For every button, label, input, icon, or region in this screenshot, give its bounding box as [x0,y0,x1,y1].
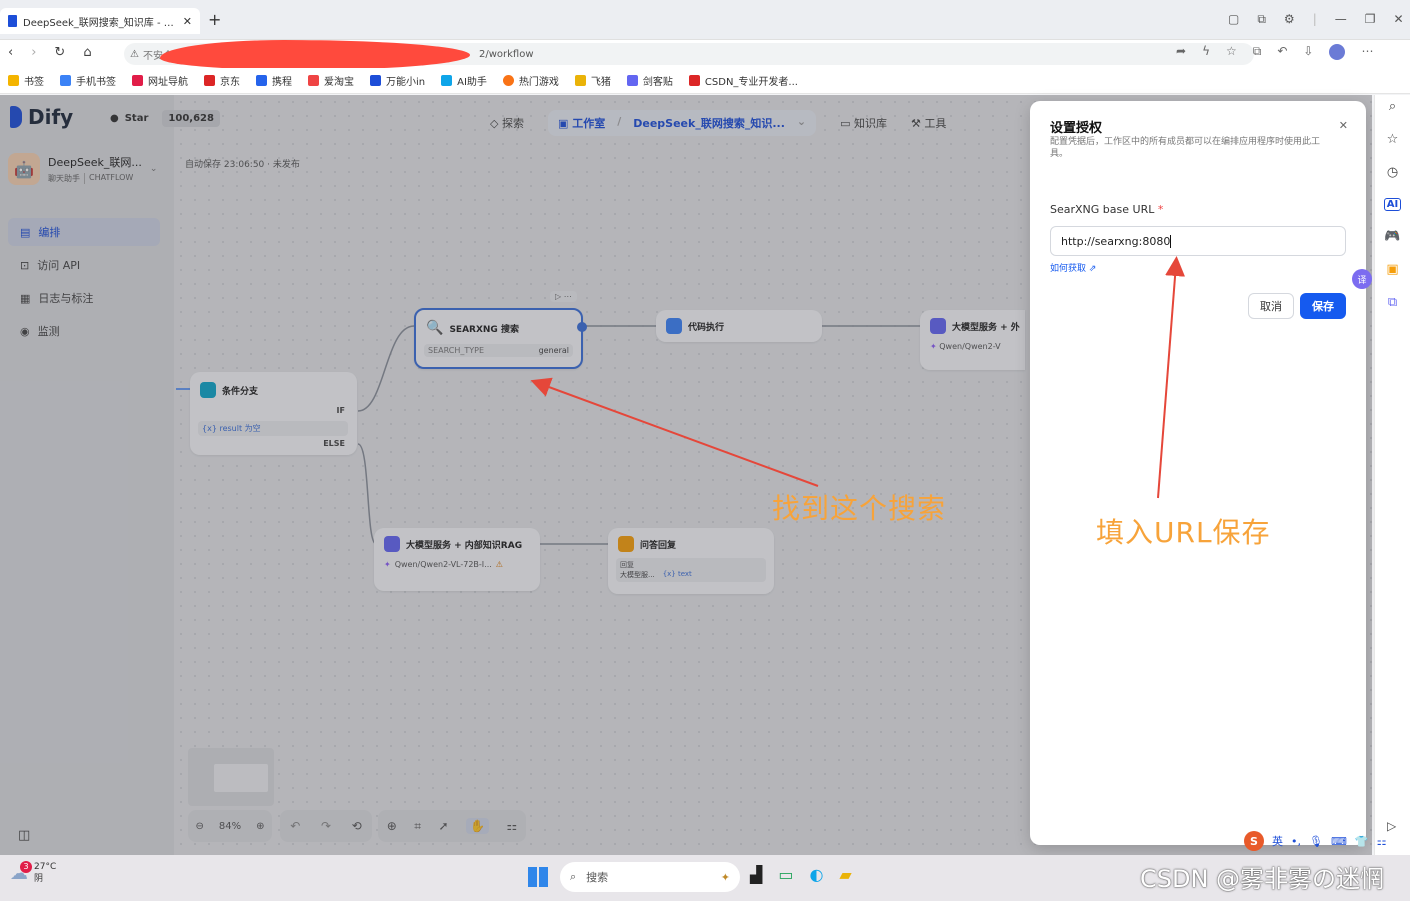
skin-icon: 👕 [1354,834,1369,848]
annotation-fill-url: 填入URL保存 [1096,516,1271,549]
folder-icon[interactable]: ▰ [839,865,851,884]
windows-start-icon[interactable] [528,867,548,887]
grid-icon: ⚏ [1376,834,1387,848]
weather-desc: 阴 [34,874,44,884]
taskbar-search-text: 搜索 [586,871,609,884]
remote-icon[interactable]: ▭ [778,865,793,884]
csdn-watermark: CSDN @雾非雾の迷惘 [1140,865,1385,893]
taskbar-search[interactable]: ⌕ 搜索 ✦ [560,862,740,892]
annotation-find-search: 找到这个搜索 [772,492,947,525]
keyboard-icon: ⌨ [1330,834,1347,848]
weather-temp: 27°C [34,862,57,872]
weather-widget[interactable]: ☁ 3 27°C 阴 [10,860,57,885]
task-view-icon[interactable]: ▟ [750,865,762,884]
annotation-arrows [530,256,1186,499]
weather-badge: 3 [20,860,32,873]
ime-lang: 英 [1272,835,1283,848]
sogou-icon: S [1244,831,1264,851]
mic-icon: 🎙 [1309,834,1323,848]
taskbar-apps: ▟ ▭ ◐ ▰ [750,865,852,884]
edge-icon[interactable]: ◐ [809,865,823,884]
search-icon: ⌕ [570,870,577,883]
punctuation-icon: •, [1291,834,1301,848]
sparkle-icon: ✦ [720,870,730,884]
ime-toolbar[interactable]: S 英 •, 🎙 ⌨ 👕 ⚏ [1244,830,1386,852]
cloud-icon: ☁ 3 [10,860,32,884]
windows-taskbar: ☁ 3 27°C 阴 ⌕ 搜索 ✦ ▟ ▭ ◐ ▰ CSDN @雾非雾の迷惘 [0,855,1410,901]
